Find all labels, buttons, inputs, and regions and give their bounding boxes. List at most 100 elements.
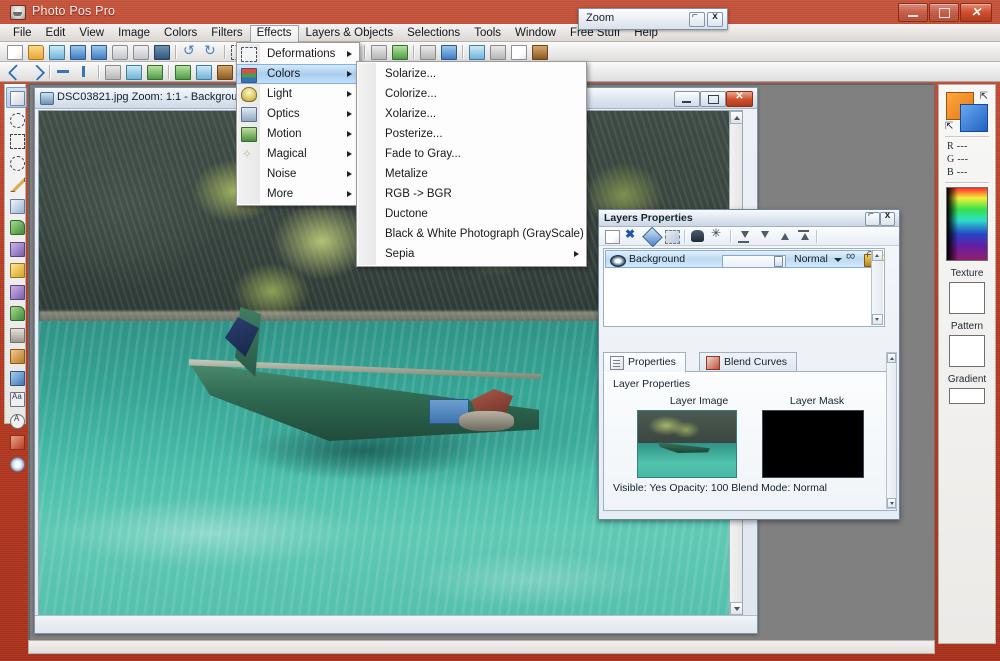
new-layer-button[interactable] — [602, 227, 621, 245]
layers-panel-scrollbar[interactable] — [886, 352, 897, 509]
flip-vertical-button[interactable] — [74, 62, 94, 81]
submenu-item-xolarize[interactable]: Xolarize... — [357, 104, 586, 124]
menu-item-deformations[interactable]: Deformations — [237, 44, 359, 64]
send-to-back-button[interactable] — [734, 227, 753, 245]
rotate-left-button[interactable] — [4, 62, 24, 81]
brightness-contrast-button[interactable] — [102, 62, 122, 81]
text-tool[interactable] — [6, 388, 27, 409]
levels-button[interactable] — [123, 62, 143, 81]
move-down-button[interactable] — [754, 227, 773, 245]
menu-filters[interactable]: Filters — [204, 25, 249, 42]
new-file-button[interactable] — [4, 42, 24, 61]
texture-swatch[interactable] — [949, 282, 985, 314]
gradient-tool[interactable] — [6, 367, 27, 388]
scroll-down-icon[interactable] — [887, 498, 896, 508]
background-color-swatch[interactable] — [960, 104, 988, 132]
grid-button[interactable] — [466, 42, 486, 61]
rotate-right-button[interactable] — [25, 62, 45, 81]
duplicate-layer-button[interactable] — [662, 227, 681, 245]
chevron-down-icon[interactable] — [834, 258, 842, 262]
menu-view[interactable]: View — [72, 25, 111, 42]
color-spectrum-picker[interactable] — [946, 187, 988, 261]
move-up-button[interactable] — [774, 227, 793, 245]
swap-colors-icon[interactable]: ⇱ — [980, 91, 988, 102]
submenu-item-rgb-bgr[interactable]: RGB -> BGR — [357, 184, 586, 204]
bring-to-front-button[interactable] — [794, 227, 813, 245]
paint-bucket-tool[interactable] — [6, 345, 27, 366]
menu-item-more[interactable]: More — [237, 184, 359, 204]
submenu-item-fade-to-gray[interactable]: Fade to Gray... — [357, 144, 586, 164]
preferences-button[interactable] — [438, 42, 458, 61]
scroll-up-icon[interactable] — [730, 111, 742, 124]
gradient-swatch[interactable] — [949, 388, 985, 404]
layer-properties-button[interactable] — [642, 226, 663, 248]
smudge-tool[interactable] — [6, 259, 27, 280]
lasso-select-tool[interactable] — [6, 152, 27, 173]
scripts-button[interactable] — [417, 42, 437, 61]
delete-layer-button[interactable] — [622, 227, 641, 245]
retouch-tool[interactable] — [6, 302, 27, 323]
shape-tool[interactable] — [6, 410, 27, 431]
print-preview-button[interactable] — [130, 42, 150, 61]
save-button[interactable] — [67, 42, 87, 61]
magic-wand-tool[interactable] — [6, 173, 27, 194]
eyedropper-tool[interactable] — [6, 453, 27, 474]
ruler-button[interactable] — [529, 42, 549, 61]
submenu-item-metalize[interactable]: Metalize — [357, 164, 586, 184]
submenu-item-black-white-photograph[interactable]: Black & White Photograph (GrayScale) — [357, 224, 586, 244]
menu-colors[interactable]: Colors — [157, 25, 204, 42]
hue-saturation-button[interactable] — [172, 62, 192, 81]
table-button[interactable] — [508, 42, 528, 61]
effect-brush-tool[interactable] — [6, 281, 27, 302]
close-icon[interactable] — [707, 11, 723, 27]
layers-panel-title-bar[interactable]: Layers Properties — [599, 209, 899, 227]
menu-item-noise[interactable]: Noise — [237, 164, 359, 184]
close-button[interactable]: ✕ — [960, 3, 992, 22]
history-button[interactable] — [368, 42, 388, 61]
scroll-up-icon[interactable] — [887, 353, 896, 363]
layer-mask-thumbnail[interactable] — [762, 410, 864, 478]
clone-stamp-tool[interactable] — [6, 324, 27, 345]
menu-window[interactable]: Window — [508, 25, 563, 42]
menu-item-colors[interactable]: Colors — [237, 64, 359, 84]
document-minimize-button[interactable] — [674, 91, 700, 107]
menu-item-optics[interactable]: Optics — [237, 104, 359, 124]
eye-icon[interactable] — [610, 255, 626, 267]
airbrush-tool[interactable] — [6, 238, 27, 259]
submenu-item-ductone[interactable]: Ductone — [357, 204, 586, 224]
print-button[interactable] — [109, 42, 129, 61]
open-file-button[interactable] — [25, 42, 45, 61]
table-row[interactable]: Background Normal ⚡ — [605, 248, 888, 268]
scroll-down-icon[interactable] — [730, 602, 742, 615]
navigator-tool[interactable] — [6, 87, 27, 108]
document-maximize-button[interactable] — [700, 91, 726, 107]
measure-button[interactable] — [487, 42, 507, 61]
curves-button[interactable] — [144, 62, 164, 81]
rectangle-select-tool[interactable] — [6, 130, 27, 151]
menu-layers-objects[interactable]: Layers & Objects — [299, 25, 401, 42]
zoom-tool[interactable] — [6, 109, 27, 130]
rollup-icon[interactable] — [865, 209, 880, 226]
color-balance-button[interactable] — [193, 62, 213, 81]
browse-button[interactable] — [46, 42, 66, 61]
save-as-button[interactable] — [88, 42, 108, 61]
layer-image-thumbnail[interactable] — [637, 410, 737, 478]
menu-effects[interactable]: Effects — [249, 24, 299, 43]
link-icon[interactable] — [846, 248, 860, 264]
menu-item-light[interactable]: Light — [237, 84, 359, 104]
menu-item-motion[interactable]: Motion — [237, 124, 359, 144]
undo-button[interactable] — [179, 42, 199, 61]
close-icon[interactable] — [880, 210, 895, 226]
minimize-button[interactable] — [898, 3, 928, 22]
opacity-slider[interactable] — [722, 255, 786, 268]
scroll-up-icon[interactable] — [872, 250, 883, 261]
tab-properties[interactable]: Properties — [603, 352, 686, 373]
menu-item-magical[interactable]: Magical — [237, 144, 359, 164]
menu-tools[interactable]: Tools — [467, 25, 508, 42]
paint-brush-tool[interactable] — [6, 216, 27, 237]
red-eye-tool[interactable] — [6, 431, 27, 452]
submenu-item-solarize[interactable]: Solarize... — [357, 64, 586, 84]
layer-list-scrollbar[interactable] — [871, 250, 883, 325]
submenu-item-sepia[interactable]: Sepia — [357, 244, 586, 264]
maximize-button[interactable] — [929, 3, 959, 22]
